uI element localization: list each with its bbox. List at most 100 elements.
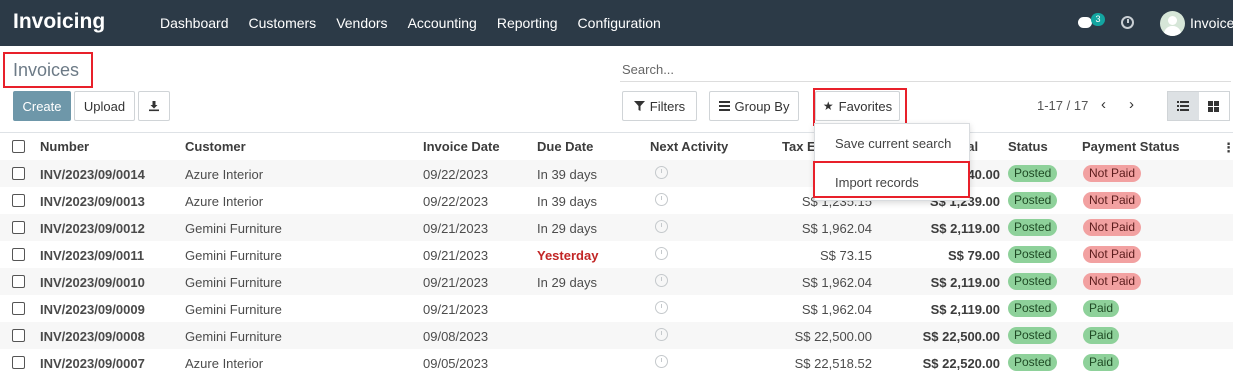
favorites-highlight xyxy=(813,88,907,126)
menu-vendors[interactable]: Vendors xyxy=(336,15,387,31)
cell-customer: Gemini Furniture xyxy=(185,302,282,317)
cell-tax-excluded: S$ 1,962.04 xyxy=(801,275,872,290)
page-title: Invoices xyxy=(3,52,93,88)
search-input[interactable] xyxy=(620,58,1231,80)
header-due-date[interactable]: Due Date xyxy=(537,139,593,154)
header-status[interactable]: Status xyxy=(1008,139,1048,154)
cell-customer: Gemini Furniture xyxy=(185,221,282,236)
cell-invoice-date: 09/21/2023 xyxy=(423,248,489,263)
activity-clock-icon[interactable] xyxy=(655,247,668,263)
payment-status-badge: Not Paid xyxy=(1083,165,1142,182)
cell-due-date: In 39 days xyxy=(537,167,597,182)
cell-payment-status: Not Paid xyxy=(1083,273,1142,290)
header-next-activity[interactable]: Next Activity xyxy=(650,139,728,154)
chat-icon[interactable]: 3 xyxy=(1078,13,1108,34)
cell-invoice-date: 09/21/2023 xyxy=(423,302,489,317)
menu-customers[interactable]: Customers xyxy=(249,15,317,31)
header-customer[interactable]: Customer xyxy=(185,139,246,154)
table-row[interactable]: INV/2023/09/0009 Gemini Furniture 09/21/20… xyxy=(0,295,1233,322)
filters-button[interactable]: Filters xyxy=(622,91,697,121)
menu-dashboard[interactable]: Dashboard xyxy=(160,15,229,31)
select-all-checkbox[interactable] xyxy=(12,140,25,153)
group-by-icon xyxy=(718,101,730,111)
cell-status: Posted xyxy=(1008,327,1058,344)
activity-clock-icon[interactable] xyxy=(655,274,668,290)
table-row[interactable]: INV/2023/09/0011 Gemini Furniture 09/21/20… xyxy=(0,241,1233,268)
activity-clock-icon[interactable] xyxy=(655,220,668,236)
menu-reporting[interactable]: Reporting xyxy=(497,15,558,31)
user-name[interactable]: Invoice xyxy=(1190,15,1233,31)
table-row[interactable]: INV/2023/09/0008 Gemini Furniture 09/08/20… xyxy=(0,322,1233,349)
save-current-search-item[interactable]: Save current search xyxy=(835,136,951,151)
row-checkbox[interactable] xyxy=(12,248,25,261)
status-badge: Posted xyxy=(1008,192,1058,209)
pager-value[interactable]: 1-17 / 17 xyxy=(1037,98,1088,113)
table-header: Number Customer Invoice Date Due Date Ne… xyxy=(0,133,1233,160)
list-view-icon[interactable] xyxy=(1168,92,1199,120)
header-number[interactable]: Number xyxy=(40,139,89,154)
menu-accounting[interactable]: Accounting xyxy=(408,15,477,31)
row-checkbox[interactable] xyxy=(12,302,25,315)
menu-configuration[interactable]: Configuration xyxy=(578,15,661,31)
group-by-label: Group By xyxy=(734,98,790,114)
status-badge: Posted xyxy=(1008,300,1058,317)
table-row[interactable]: INV/2023/09/0012 Gemini Furniture 09/21/20… xyxy=(0,214,1233,241)
cell-tax-excluded: S$ 22,500.00 xyxy=(794,329,872,344)
cell-total: S$ 79.00 xyxy=(947,248,1000,263)
payment-status-badge: Not Paid xyxy=(1083,219,1142,236)
kanban-view-icon[interactable] xyxy=(1199,92,1230,120)
cell-payment-status: Not Paid xyxy=(1083,246,1142,263)
row-checkbox[interactable] xyxy=(12,167,25,180)
chat-bubble-icon xyxy=(1078,17,1092,28)
table-row[interactable]: INV/2023/09/0014 Azure Interior 09/22/2023… xyxy=(0,160,1233,187)
cell-payment-status: Not Paid xyxy=(1083,165,1142,182)
header-invoice-date[interactable]: Invoice Date xyxy=(423,139,500,154)
app-title[interactable]: Invoicing xyxy=(13,10,105,34)
cell-total: S$ 2,119.00 xyxy=(930,221,1000,236)
chevron-left-icon[interactable]: ‹ xyxy=(1101,96,1106,113)
cell-customer: Gemini Furniture xyxy=(185,329,282,344)
upload-button[interactable]: Upload xyxy=(74,91,135,121)
row-checkbox[interactable] xyxy=(12,275,25,288)
payment-status-badge: Paid xyxy=(1083,300,1120,317)
cell-number: INV/2023/09/0012 xyxy=(40,221,145,236)
main-menu: Dashboard Customers Vendors Accounting R… xyxy=(160,15,681,31)
row-checkbox[interactable] xyxy=(12,356,25,369)
status-badge: Posted xyxy=(1008,165,1058,182)
chevron-right-icon[interactable]: › xyxy=(1129,96,1134,113)
header-payment-status[interactable]: Payment Status xyxy=(1082,139,1180,154)
optional-columns-icon[interactable]: ⋮ xyxy=(1222,140,1233,156)
cell-due-date: In 29 days xyxy=(537,275,597,290)
download-icon xyxy=(149,101,159,112)
activity-clock-icon[interactable] xyxy=(655,301,668,317)
status-badge: Posted xyxy=(1008,246,1058,263)
row-checkbox[interactable] xyxy=(12,221,25,234)
cell-due-date: Yesterday xyxy=(537,248,599,263)
activity-clock-icon[interactable] xyxy=(655,355,668,371)
cell-customer: Gemini Furniture xyxy=(185,275,282,290)
cell-invoice-date: 09/21/2023 xyxy=(423,275,489,290)
cell-status: Posted xyxy=(1008,219,1058,236)
header-tax-excluded[interactable]: Tax E xyxy=(782,139,816,154)
group-by-button[interactable]: Group By xyxy=(709,91,799,121)
cell-status: Posted xyxy=(1008,300,1058,317)
cell-status: Posted xyxy=(1008,165,1058,182)
activity-clock-icon[interactable] xyxy=(655,166,668,182)
table-row[interactable]: INV/2023/09/0013 Azure Interior 09/22/2023… xyxy=(0,187,1233,214)
activity-clock-icon[interactable] xyxy=(655,328,668,344)
user-avatar[interactable] xyxy=(1160,11,1185,36)
table-row[interactable]: INV/2023/09/0007 Azure Interior 09/05/2023… xyxy=(0,349,1233,376)
cell-status: Posted xyxy=(1008,354,1058,371)
cell-total: 40.00 xyxy=(967,167,1000,182)
table-row[interactable]: INV/2023/09/0010 Gemini Furniture 09/21/20… xyxy=(0,268,1233,295)
activity-clock-icon[interactable] xyxy=(655,193,668,209)
download-button[interactable] xyxy=(138,91,170,121)
cell-payment-status: Paid xyxy=(1083,354,1120,371)
row-checkbox[interactable] xyxy=(12,194,25,207)
create-button[interactable]: Create xyxy=(13,91,71,121)
cell-total: S$ 2,119.00 xyxy=(930,275,1000,290)
cell-customer: Azure Interior xyxy=(185,356,264,371)
row-checkbox[interactable] xyxy=(12,329,25,342)
cell-invoice-date: 09/22/2023 xyxy=(423,194,489,209)
activity-clock-icon[interactable] xyxy=(1121,16,1134,29)
